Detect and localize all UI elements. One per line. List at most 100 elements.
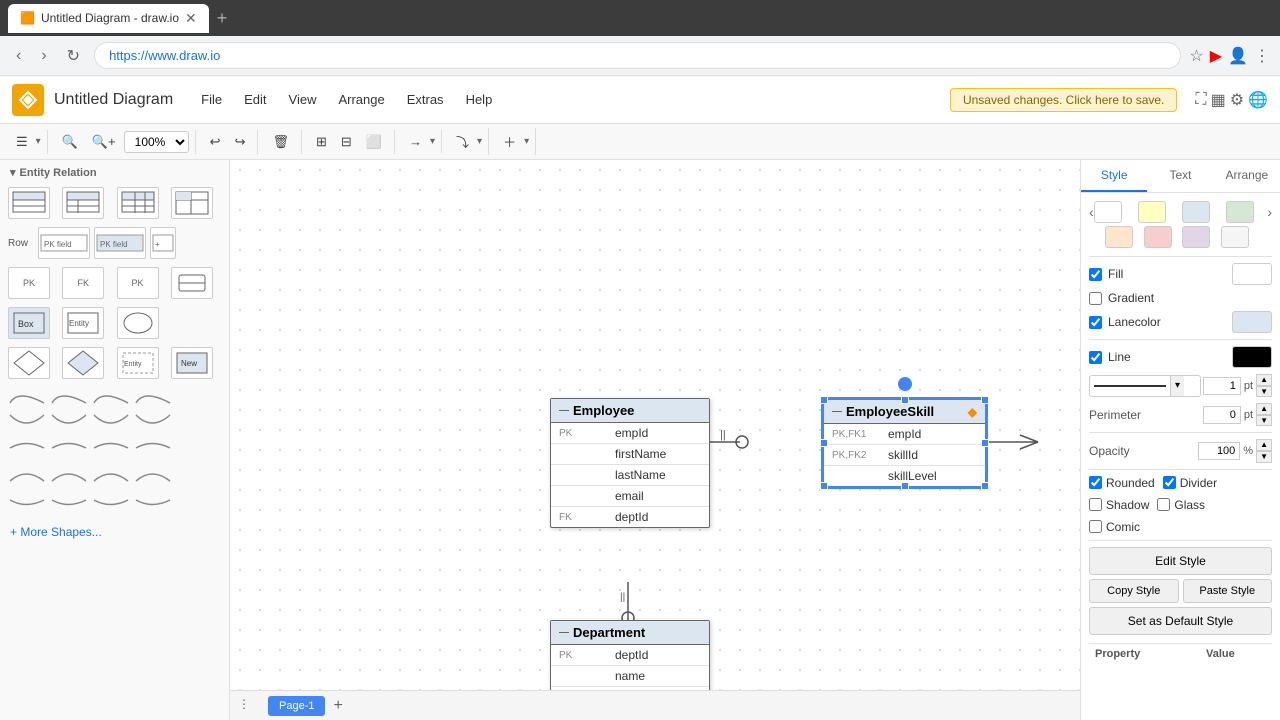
menu-view[interactable]: View (279, 88, 327, 111)
canvas-area[interactable]: || || — Employee (230, 160, 1080, 720)
add-page-btn[interactable]: + (333, 697, 342, 715)
employeeskill-collapse[interactable]: — (832, 406, 842, 417)
shape-circle1[interactable] (117, 307, 159, 339)
shape-entity1[interactable]: Entity (62, 307, 104, 339)
bookmark-icon[interactable]: ☆ (1189, 46, 1203, 66)
handle-tc[interactable] (901, 396, 909, 404)
employee-entity[interactable]: — Employee PK empId firstName lastName (550, 398, 710, 528)
sidebar-toggle-btn[interactable]: ☰ (10, 130, 34, 154)
shape-row2[interactable]: PK field (94, 227, 146, 259)
handle-br[interactable] (981, 482, 989, 490)
paste-style-btn[interactable]: Paste Style (1183, 579, 1273, 603)
shape-table1[interactable] (8, 187, 50, 219)
color-blue[interactable] (1182, 201, 1210, 223)
shadow-checkbox[interactable] (1089, 498, 1102, 511)
line-style-dropdown[interactable]: ▾ (1170, 376, 1184, 396)
fullscreen-icon[interactable]: ⛶ (1195, 91, 1206, 109)
shape-er3[interactable]: PK (117, 267, 159, 299)
fill-checkbox[interactable] (1089, 268, 1102, 281)
edit-style-btn[interactable]: Edit Style (1089, 547, 1272, 575)
redo-btn[interactable]: ↪ (229, 130, 252, 154)
handle-tl[interactable] (820, 396, 828, 404)
handle-bc[interactable] (901, 482, 909, 490)
refresh-btn[interactable]: ↻ (61, 42, 86, 70)
menu-edit[interactable]: Edit (234, 88, 276, 111)
youtube-icon[interactable]: ▶ (1210, 46, 1222, 66)
gradient-checkbox[interactable] (1089, 292, 1102, 305)
zoom-select[interactable]: 100% 75% 150% (124, 131, 189, 153)
shape-table2[interactable] (62, 187, 104, 219)
shape-diamond2[interactable] (62, 347, 104, 379)
line-color-box[interactable] (1232, 346, 1272, 368)
tab-style[interactable]: Style (1081, 160, 1147, 192)
tab-close-btn[interactable]: ✕ (185, 10, 197, 27)
delete-btn[interactable]: 🗑 (266, 130, 295, 154)
shape-diamond1[interactable] (8, 347, 50, 379)
zoom-out-btn[interactable]: 🔍 (56, 130, 84, 154)
department-collapse[interactable]: — (559, 627, 569, 638)
color-yellow[interactable] (1138, 201, 1166, 223)
rounded-checkbox[interactable] (1089, 476, 1102, 489)
lanecolor-box[interactable] (1232, 311, 1272, 333)
color-pink[interactable] (1144, 226, 1172, 248)
default-style-btn[interactable]: Set as Default Style (1089, 607, 1272, 635)
rotate-handle[interactable] (897, 376, 913, 392)
forward-btn[interactable]: › (35, 43, 52, 69)
more-shapes-btn[interactable]: + More Shapes... (0, 517, 229, 547)
lanecolor-checkbox[interactable] (1089, 316, 1102, 329)
line-pt-up[interactable]: ▲ (1256, 374, 1272, 386)
tab-text[interactable]: Text (1147, 160, 1213, 192)
color-gray[interactable] (1221, 226, 1249, 248)
more-icon[interactable]: ⋮ (1254, 46, 1270, 66)
style-btn1[interactable]: ⊞ (310, 130, 333, 154)
color-orange[interactable] (1105, 226, 1133, 248)
handle-ml[interactable] (820, 439, 828, 447)
insert-btn[interactable]: ＋ (497, 128, 522, 155)
back-btn[interactable]: ‹ (10, 43, 27, 69)
comic-checkbox[interactable] (1089, 520, 1102, 533)
color-white[interactable] (1094, 201, 1122, 223)
shape-row3[interactable]: + (150, 227, 176, 259)
shape-new[interactable]: New (171, 347, 213, 379)
line-checkbox[interactable] (1089, 351, 1102, 364)
line-pt-input[interactable] (1203, 377, 1241, 395)
divider-checkbox[interactable] (1163, 476, 1176, 489)
waypoint-btn[interactable]: ⤵ (450, 128, 475, 155)
shape-er4[interactable] (171, 267, 213, 299)
shape-entity2[interactable]: Entity (117, 347, 159, 379)
tab-arrange[interactable]: Arrange (1214, 160, 1280, 192)
line-pt-down[interactable]: ▼ (1256, 386, 1272, 398)
line-style-control[interactable]: ▾ (1089, 375, 1201, 397)
page-tab-1[interactable]: Page-1 (268, 696, 325, 716)
menu-arrange[interactable]: Arrange (328, 88, 394, 111)
grid-icon[interactable]: ▦ (1211, 90, 1226, 110)
style-btn2[interactable]: ⊟ (335, 130, 358, 154)
menu-extras[interactable]: Extras (397, 88, 454, 111)
glass-checkbox[interactable] (1157, 498, 1170, 511)
opacity-down[interactable]: ▼ (1256, 451, 1272, 463)
handle-tr[interactable] (981, 396, 989, 404)
color-next-btn[interactable]: › (1267, 204, 1272, 220)
new-tab-btn[interactable]: + (217, 8, 228, 29)
color-purple[interactable] (1182, 226, 1210, 248)
employeeskill-entity[interactable]: — EmployeeSkill ◆ PK,FK1 empId PK,FK2 sk… (822, 398, 987, 488)
handle-mr[interactable] (981, 439, 989, 447)
perimeter-input[interactable] (1203, 406, 1241, 424)
menu-file[interactable]: File (191, 88, 232, 111)
perimeter-up[interactable]: ▲ (1256, 403, 1272, 415)
opacity-up[interactable]: ▲ (1256, 439, 1272, 451)
shape-row1[interactable]: PK field (38, 227, 90, 259)
zoom-in-btn[interactable]: 🔍+ (86, 130, 122, 154)
save-notice[interactable]: Unsaved changes. Click here to save. (950, 88, 1177, 112)
sidebar-section-title[interactable]: ▾ Entity Relation (0, 160, 229, 183)
color-green[interactable] (1226, 201, 1254, 223)
shape-er1[interactable]: PK (8, 267, 50, 299)
fill-color-box[interactable] (1232, 263, 1272, 285)
address-bar[interactable] (94, 42, 1181, 69)
connection-btn[interactable]: → (403, 130, 428, 153)
settings-icon[interactable]: ⚙ (1230, 90, 1244, 110)
undo-btn[interactable]: ↩ (204, 130, 227, 154)
shape-er2[interactable]: FK (62, 267, 104, 299)
profile-icon[interactable]: 👤 (1228, 46, 1248, 66)
menu-help[interactable]: Help (456, 88, 503, 111)
